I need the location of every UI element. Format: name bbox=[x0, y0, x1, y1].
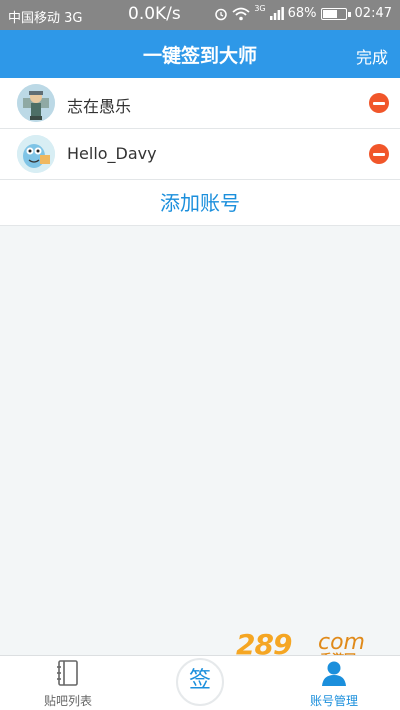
done-button[interactable]: 完成 bbox=[356, 44, 388, 68]
notebook-icon bbox=[56, 660, 80, 690]
add-account-button[interactable]: 添加账号 bbox=[0, 180, 400, 226]
network-speed: 0.0K/s bbox=[128, 4, 181, 24]
tab-account-manage[interactable]: 账号管理 bbox=[284, 660, 384, 709]
alarm-icon bbox=[214, 7, 228, 21]
remove-account-button[interactable] bbox=[369, 144, 389, 164]
battery-icon bbox=[320, 7, 351, 20]
account-name: Hello_Davy bbox=[67, 144, 157, 163]
battery-percent: 68% bbox=[287, 6, 317, 21]
avatar bbox=[17, 135, 55, 173]
account-name: 志在愚乐 bbox=[67, 97, 132, 116]
header: 一键签到大师 完成 bbox=[0, 30, 400, 78]
tab-account-manage-label: 账号管理 bbox=[309, 694, 358, 708]
status-bar: 中国移动 3G 0.0K/s 3G 68% 02:47 bbox=[0, 0, 400, 30]
status-indicators: 3G 68% 02:47 bbox=[214, 4, 392, 21]
tab-forum-list-label: 贴吧列表 bbox=[43, 694, 92, 708]
tab-forum-list[interactable]: 贴吧列表 bbox=[18, 660, 118, 709]
wifi-icon bbox=[232, 7, 250, 21]
account-list: 志在愚乐 Hello_Davy 添加账号 bbox=[0, 78, 400, 226]
remove-account-button[interactable] bbox=[369, 93, 389, 113]
avatar bbox=[17, 84, 55, 122]
network-type: 3G bbox=[254, 4, 266, 13]
signal-icon bbox=[269, 7, 284, 20]
account-row[interactable]: 志在愚乐 bbox=[0, 78, 400, 129]
account-row[interactable]: Hello_Davy bbox=[0, 129, 400, 180]
user-icon bbox=[321, 661, 347, 690]
clock: 02:47 bbox=[354, 6, 392, 21]
page-title: 一键签到大师 bbox=[142, 45, 257, 67]
carrier-label: 中国移动 3G bbox=[8, 11, 83, 26]
sign-in-button[interactable]: 签 bbox=[176, 658, 224, 706]
